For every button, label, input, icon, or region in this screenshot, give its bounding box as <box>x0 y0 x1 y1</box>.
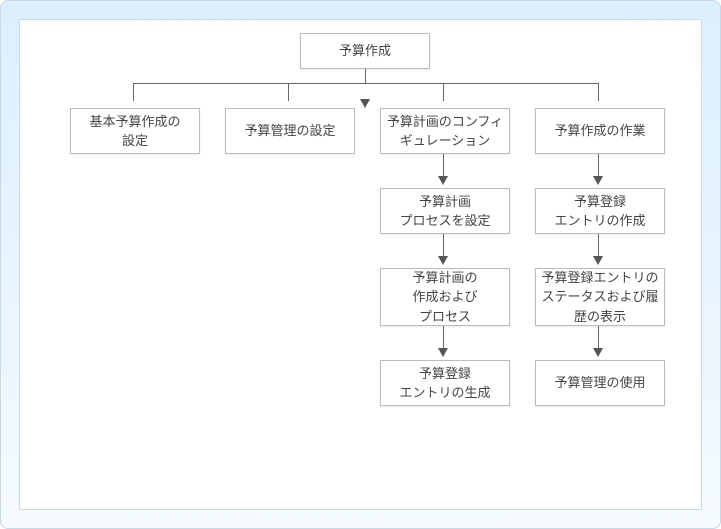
node-label: 予算登録エントリの生成 <box>399 364 490 403</box>
node-control-use: 予算管理の使用 <box>535 360 665 406</box>
connector <box>598 234 599 258</box>
node-label: 予算計画の作成およびプロセス <box>412 268 477 327</box>
node-label: 予算計画プロセスを設定 <box>399 192 490 231</box>
connector <box>133 83 598 84</box>
node-label: 基本予算作成の設定 <box>89 112 180 151</box>
node-plan-create-process: 予算計画の作成およびプロセス <box>380 268 510 326</box>
node-entry-create: 予算登録エントリの作成 <box>535 188 665 234</box>
node-plan-config: 予算計画のコンフィギュレーション <box>380 108 510 154</box>
arrow-down-icon <box>593 348 603 357</box>
arrow-down-icon <box>438 256 448 265</box>
node-label: 予算計画のコンフィギュレーション <box>385 112 505 151</box>
connector <box>443 234 444 258</box>
arrow-down-icon <box>593 256 603 265</box>
arrow-down-icon <box>438 348 448 357</box>
connector <box>443 83 444 101</box>
connector <box>365 69 366 83</box>
node-tasks: 予算作成の作業 <box>535 108 665 154</box>
diagram-canvas: 予算作成 基本予算作成の設定 予算管理の設定 予算計画のコンフィギュレーション … <box>19 19 702 510</box>
node-label: 予算管理の設定 <box>244 121 335 141</box>
connector <box>133 83 134 101</box>
arrow-down-icon <box>360 99 370 108</box>
connector <box>598 326 599 350</box>
connector <box>598 154 599 178</box>
arrow-down-icon <box>438 176 448 185</box>
node-basic-settings: 基本予算作成の設定 <box>70 108 200 154</box>
connector <box>443 326 444 350</box>
node-label: 予算登録エントリの作成 <box>554 192 645 231</box>
node-label: 予算管理の使用 <box>554 373 645 393</box>
node-label: 予算作成の作業 <box>554 121 645 141</box>
node-entry-status: 予算登録エントリのステータスおよび履歴の表示 <box>535 268 665 326</box>
node-root: 予算作成 <box>300 33 430 69</box>
node-entry-generate: 予算登録エントリの生成 <box>380 360 510 406</box>
connector <box>598 83 599 101</box>
node-root-label: 予算作成 <box>339 41 391 61</box>
arrow-down-icon <box>593 176 603 185</box>
connector <box>288 83 289 101</box>
node-plan-process-set: 予算計画プロセスを設定 <box>380 188 510 234</box>
connector <box>443 154 444 178</box>
node-control-settings: 予算管理の設定 <box>225 108 355 154</box>
diagram-frame: 予算作成 基本予算作成の設定 予算管理の設定 予算計画のコンフィギュレーション … <box>0 0 721 529</box>
node-label: 予算登録エントリのステータスおよび履歴の表示 <box>540 268 660 327</box>
